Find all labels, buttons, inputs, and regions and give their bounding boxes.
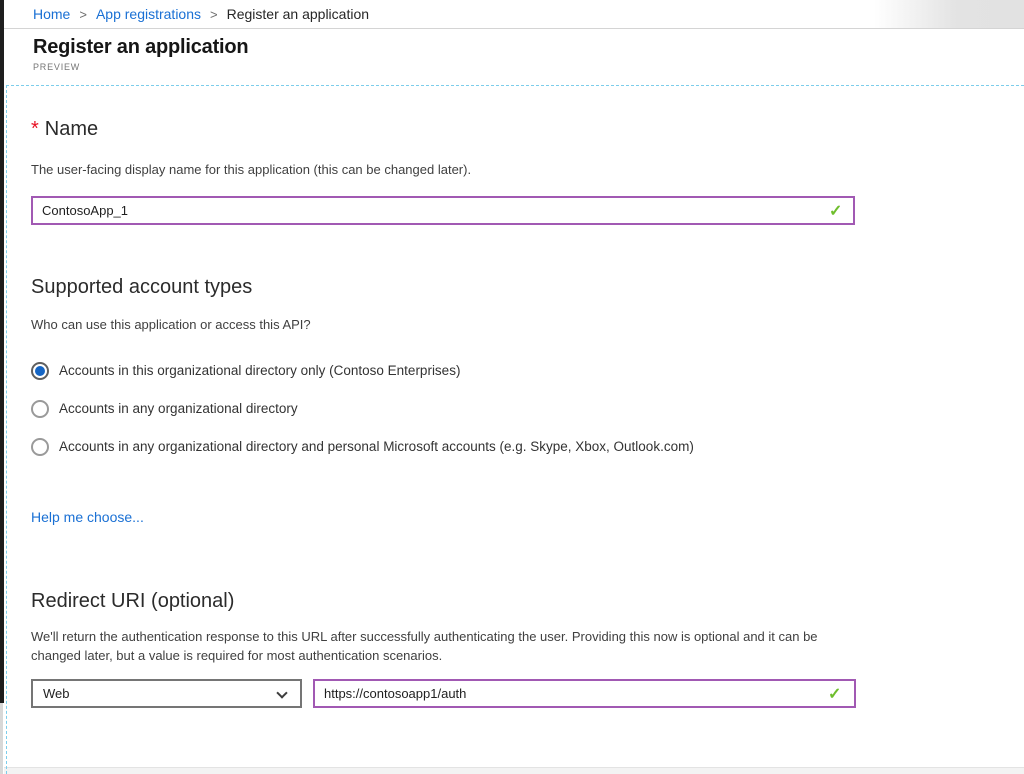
redirect-uri-input[interactable] [313, 679, 856, 708]
radio-option-label: Accounts in this organizational director… [59, 361, 460, 381]
name-section-heading: * Name [31, 117, 993, 141]
radio-option-this-directory[interactable]: Accounts in this organizational director… [31, 361, 993, 381]
breadcrumb-app-registrations[interactable]: App registrations [96, 6, 201, 22]
radio-button-icon[interactable] [31, 400, 49, 418]
radio-button-icon[interactable] [31, 438, 49, 456]
radio-option-any-directory-personal[interactable]: Accounts in any organizational directory… [31, 437, 993, 457]
breadcrumb-home[interactable]: Home [33, 6, 70, 22]
platform-type-select[interactable]: Web [31, 679, 302, 708]
account-types-heading: Supported account types [31, 275, 993, 299]
horizontal-scrollbar-track[interactable] [4, 767, 1024, 774]
radio-option-label: Accounts in any organizational directory [59, 399, 298, 419]
radio-dot [35, 404, 45, 414]
radio-option-label: Accounts in any organizational directory… [59, 437, 694, 457]
name-description: The user-facing display name for this ap… [31, 160, 993, 179]
blade-content: * Name The user-facing display name for t… [31, 85, 993, 708]
radio-dot [35, 442, 45, 452]
help-me-choose-link[interactable]: Help me choose... [31, 509, 144, 525]
redirect-uri-field-wrap: ✓ [313, 679, 856, 708]
breadcrumb: Home > App registrations > Register an a… [4, 0, 1024, 29]
account-types-question: Who can use this application or access t… [31, 315, 993, 334]
radio-button-icon[interactable] [31, 362, 49, 380]
breadcrumb-separator-icon: > [79, 7, 87, 22]
breadcrumb-current-page: Register an application [227, 6, 369, 22]
radio-dot [35, 366, 45, 376]
sidebar-edge-bottom [0, 703, 3, 774]
chevron-down-icon [276, 687, 287, 698]
redirect-uri-heading: Redirect URI (optional) [31, 589, 993, 613]
account-types-radio-group: Accounts in this organizational director… [31, 361, 993, 457]
app-name-input[interactable] [31, 196, 855, 225]
radio-option-any-directory[interactable]: Accounts in any organizational directory [31, 399, 993, 419]
page-title: Register an application [33, 36, 248, 59]
breadcrumb-separator-icon: > [210, 7, 218, 22]
platform-type-value: Web [43, 686, 70, 701]
sidebar-edge [0, 0, 4, 703]
required-asterisk: * [31, 118, 39, 140]
redirect-uri-description: We'll return the authentication response… [31, 627, 845, 665]
blade-header: Register an application PREVIEW [33, 36, 248, 72]
name-heading-label: Name [45, 118, 98, 140]
name-field-wrap: ✓ [31, 196, 993, 225]
redirect-uri-row: Web ✓ [31, 679, 993, 708]
preview-badge: PREVIEW [33, 62, 248, 72]
